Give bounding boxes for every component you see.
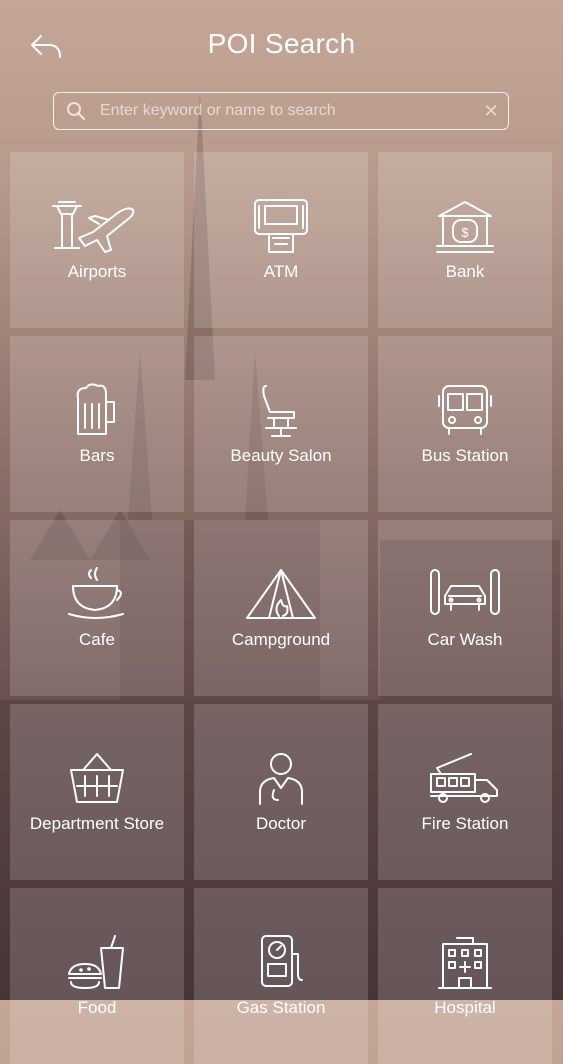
category-tile-atm[interactable]: ATM: [194, 152, 368, 328]
category-label: Campground: [231, 630, 331, 649]
airport-icon: [52, 201, 135, 253]
clear-search-icon[interactable]: ✕: [474, 101, 508, 122]
category-label: Hospital: [434, 998, 496, 1017]
category-tile-doctor[interactable]: Doctor: [194, 704, 368, 880]
car-wash-icon: [430, 569, 500, 615]
category-tile-cafe[interactable]: Cafe: [10, 520, 184, 696]
category-tile-hospital[interactable]: Hospital: [378, 888, 552, 1064]
fire-truck-icon: [430, 753, 498, 803]
atm-icon: [254, 199, 308, 253]
category-tile-bars[interactable]: Bars: [10, 336, 184, 512]
bus-icon: [438, 385, 492, 435]
shopping-basket-icon: [70, 753, 124, 803]
hospital-icon: [438, 937, 492, 989]
category-label: Bank: [445, 262, 485, 281]
bank-icon: $: [436, 201, 494, 253]
category-label: Gas Station: [236, 998, 326, 1017]
category-label: Fire Station: [421, 814, 509, 833]
tent-icon: [246, 569, 316, 619]
category-tile-car-wash[interactable]: Car Wash: [378, 520, 552, 696]
salon-chair-icon: [262, 385, 297, 437]
category-tile-beauty-salon[interactable]: Beauty Salon: [194, 336, 368, 512]
category-label: Department Store: [29, 814, 165, 833]
category-tile-food[interactable]: Food: [10, 888, 184, 1064]
fast-food-icon: [68, 935, 124, 989]
svg-text:$: $: [461, 225, 469, 240]
header: POI Search: [0, 0, 563, 90]
search-input[interactable]: [96, 101, 474, 121]
category-label: Car Wash: [427, 630, 503, 649]
category-label: ATM: [263, 262, 299, 281]
category-tile-bus-station[interactable]: Bus Station: [378, 336, 552, 512]
category-label: Cafe: [79, 630, 115, 649]
category-label: Doctor: [255, 814, 307, 833]
gas-pump-icon: [261, 935, 303, 987]
category-tile-department-store[interactable]: Department Store: [10, 704, 184, 880]
category-label: Bars: [79, 446, 115, 465]
search-bar: ✕: [53, 92, 509, 130]
page-title: POI Search: [207, 28, 356, 59]
category-tile-bank[interactable]: $ Bank: [378, 152, 552, 328]
category-tile-fire-station[interactable]: Fire Station: [378, 704, 552, 880]
doctor-icon: [259, 753, 303, 805]
category-tile-gas-station[interactable]: Gas Station: [194, 888, 368, 1064]
coffee-cup-icon: [68, 567, 124, 619]
category-label: Bus Station: [421, 446, 509, 465]
category-label: Food: [77, 998, 117, 1017]
category-tile-airports[interactable]: Airports: [10, 152, 184, 328]
beer-mug-icon: [76, 383, 115, 435]
category-tile-campground[interactable]: Campground: [194, 520, 368, 696]
category-label: Airports: [67, 262, 127, 281]
search-icon: [66, 101, 96, 121]
category-label: Beauty Salon: [230, 446, 332, 465]
